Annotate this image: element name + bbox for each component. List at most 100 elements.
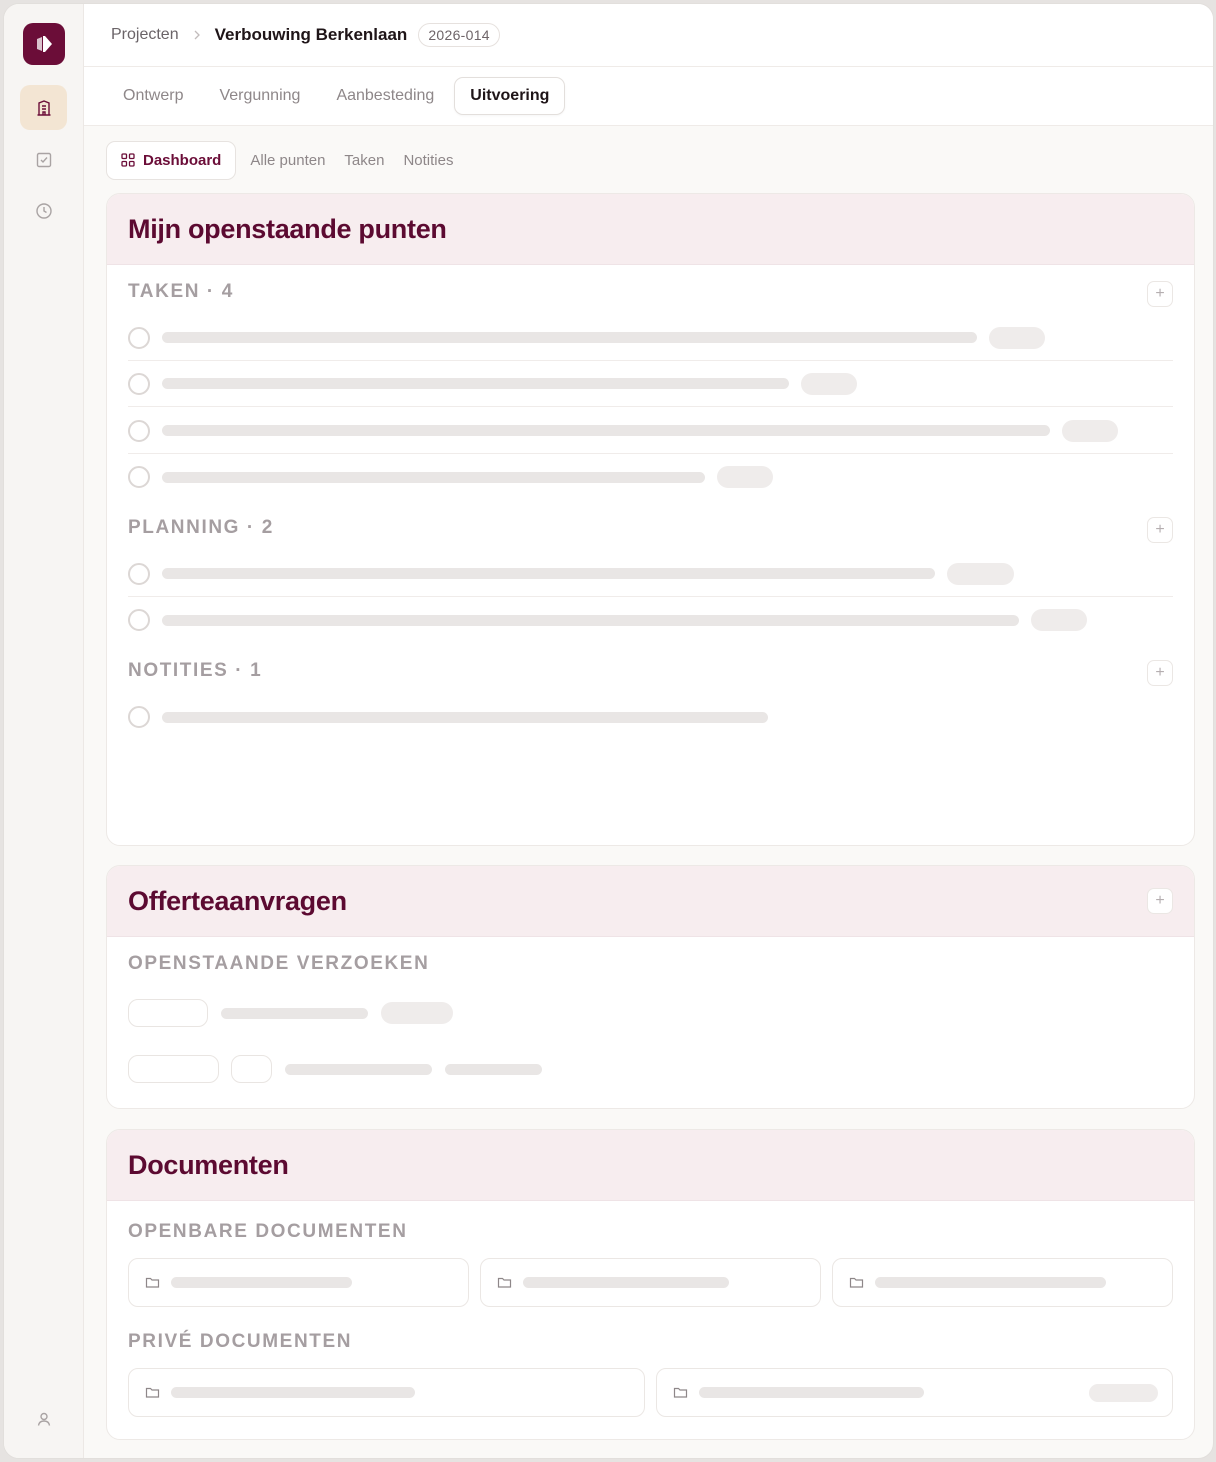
planning-row[interactable]: [128, 597, 1173, 643]
main-content: Projecten Verbouwing Berkenlaan 2026-014…: [84, 4, 1213, 1458]
sidebar-item-history[interactable]: [20, 188, 67, 233]
placeholder-pill: [947, 562, 1014, 585]
private-folder-tile[interactable]: [656, 1368, 1173, 1417]
placeholder-pill: [1031, 609, 1087, 631]
quote-request-row[interactable]: [128, 1046, 1173, 1092]
placeholder-bar: [162, 378, 789, 389]
quote-request-row[interactable]: [128, 990, 1173, 1036]
tab-uitvoering[interactable]: Uitvoering: [454, 77, 566, 115]
documents-card: Documenten OPENBARE DOCUMENTEN PRIVÉ DOC…: [106, 1129, 1195, 1440]
phase-tabs: Ontwerp Vergunning Aanbesteding Uitvoeri…: [84, 67, 1213, 126]
folder-icon: [849, 1277, 864, 1288]
folder-icon: [497, 1277, 512, 1288]
placeholder-pill: [801, 372, 857, 395]
placeholder-bar: [162, 332, 977, 343]
placeholder-bar: [523, 1277, 729, 1288]
sidebar: [4, 4, 84, 1458]
task-checkbox[interactable]: [128, 326, 150, 349]
open-points-header: Mijn openstaande punten: [107, 194, 1194, 265]
chevron-right-icon: [193, 30, 201, 40]
placeholder-bar: [162, 425, 1050, 436]
documents-title: Documenten: [128, 1149, 289, 1180]
quotes-title: Offerteaanvragen: [128, 885, 347, 916]
placeholder-bar: [162, 614, 1019, 626]
grid-icon: [121, 153, 135, 167]
placeholder-pill: [1089, 1383, 1158, 1402]
placeholder-bar: [171, 1387, 415, 1398]
sidebar-item-projects[interactable]: [20, 85, 67, 130]
note-row[interactable]: [128, 694, 1173, 740]
task-row[interactable]: [128, 454, 1173, 500]
placeholder-bar: [162, 568, 935, 579]
sidebar-item-account[interactable]: [20, 1396, 67, 1441]
placeholder-box: [128, 1055, 219, 1083]
tab-vergunning[interactable]: Vergunning: [203, 77, 316, 115]
private-folder-tile[interactable]: [128, 1368, 645, 1417]
pending-requests-label: OPENSTAANDE VERZOEKEN: [128, 953, 430, 974]
tasks-section-label: TAKEN · 4: [128, 281, 234, 302]
brand-logo-icon[interactable]: [23, 23, 65, 65]
task-checkbox[interactable]: [128, 466, 150, 488]
planning-row[interactable]: [128, 551, 1173, 597]
add-planning-button[interactable]: +: [1147, 517, 1173, 543]
placeholder-pill: [717, 466, 773, 488]
breadcrumb: Projecten Verbouwing Berkenlaan 2026-014: [84, 4, 1213, 67]
public-folder-tile[interactable]: [832, 1258, 1173, 1307]
user-icon: [37, 1412, 50, 1426]
building-icon: [37, 99, 50, 116]
tab-ontwerp[interactable]: Ontwerp: [107, 77, 199, 115]
clock-icon: [35, 202, 52, 219]
placeholder-bar: [875, 1277, 1106, 1288]
planning-section-label: PLANNING · 2: [128, 517, 274, 538]
folder-icon: [145, 1387, 160, 1398]
tab-dashboard-label: Dashboard: [143, 151, 222, 169]
tab-alle-punten[interactable]: Alle punten: [250, 152, 325, 169]
app-window: Projecten Verbouwing Berkenlaan 2026-014…: [3, 3, 1214, 1459]
public-folder-tile[interactable]: [480, 1258, 821, 1307]
placeholder-bar: [162, 711, 768, 723]
open-points-title: Mijn openstaande punten: [128, 213, 447, 244]
checkbox-icon: [36, 152, 51, 167]
task-checkbox[interactable]: [128, 372, 150, 395]
add-note-button[interactable]: +: [1147, 660, 1173, 686]
folder-icon: [673, 1387, 688, 1398]
placeholder-bar: [445, 1063, 542, 1075]
placeholder-bar: [285, 1063, 432, 1075]
documents-header: Documenten: [107, 1130, 1194, 1201]
add-task-button[interactable]: +: [1147, 281, 1173, 307]
quotes-header: Offerteaanvragen +: [107, 866, 1194, 937]
quotes-card: Offerteaanvragen + OPENSTAANDE VERZOEKEN: [106, 865, 1195, 1109]
plus-icon: +: [1155, 521, 1165, 538]
project-code-badge: 2026-014: [418, 23, 500, 47]
placeholder-pill: [989, 326, 1045, 349]
tab-taken[interactable]: Taken: [344, 152, 384, 169]
breadcrumb-projects-link[interactable]: Projecten: [111, 26, 179, 44]
view-tabs: Dashboard Alle punten Taken Notities: [106, 140, 472, 180]
placeholder-bar: [171, 1277, 352, 1288]
tab-notities[interactable]: Notities: [403, 152, 453, 169]
task-row[interactable]: [128, 408, 1173, 454]
page-title: Verbouwing Berkenlaan: [214, 25, 408, 44]
tab-aanbesteding[interactable]: Aanbesteding: [320, 77, 450, 115]
add-quote-button[interactable]: +: [1147, 888, 1173, 914]
planning-checkbox[interactable]: [128, 609, 150, 631]
planning-checkbox[interactable]: [128, 562, 150, 585]
placeholder-box: [128, 999, 208, 1027]
open-points-card: Mijn openstaande punten TAKEN · 4 + PLAN…: [106, 193, 1195, 846]
public-folder-tile[interactable]: [128, 1258, 469, 1307]
note-checkbox[interactable]: [128, 706, 150, 728]
task-row[interactable]: [128, 315, 1173, 361]
placeholder-pill: [1062, 419, 1118, 442]
placeholder-bar: [162, 471, 705, 483]
plus-icon: +: [1155, 285, 1165, 302]
placeholder-box: [231, 1055, 272, 1083]
placeholder-bar: [221, 1007, 368, 1019]
tab-dashboard[interactable]: Dashboard: [106, 140, 237, 180]
task-row[interactable]: [128, 361, 1173, 407]
folder-icon: [145, 1277, 160, 1288]
sidebar-item-tasks[interactable]: [20, 137, 67, 182]
placeholder-pill: [381, 1002, 453, 1024]
private-documents-label: PRIVÉ DOCUMENTEN: [128, 1331, 353, 1352]
task-checkbox[interactable]: [128, 419, 150, 442]
public-documents-label: OPENBARE DOCUMENTEN: [128, 1221, 408, 1242]
